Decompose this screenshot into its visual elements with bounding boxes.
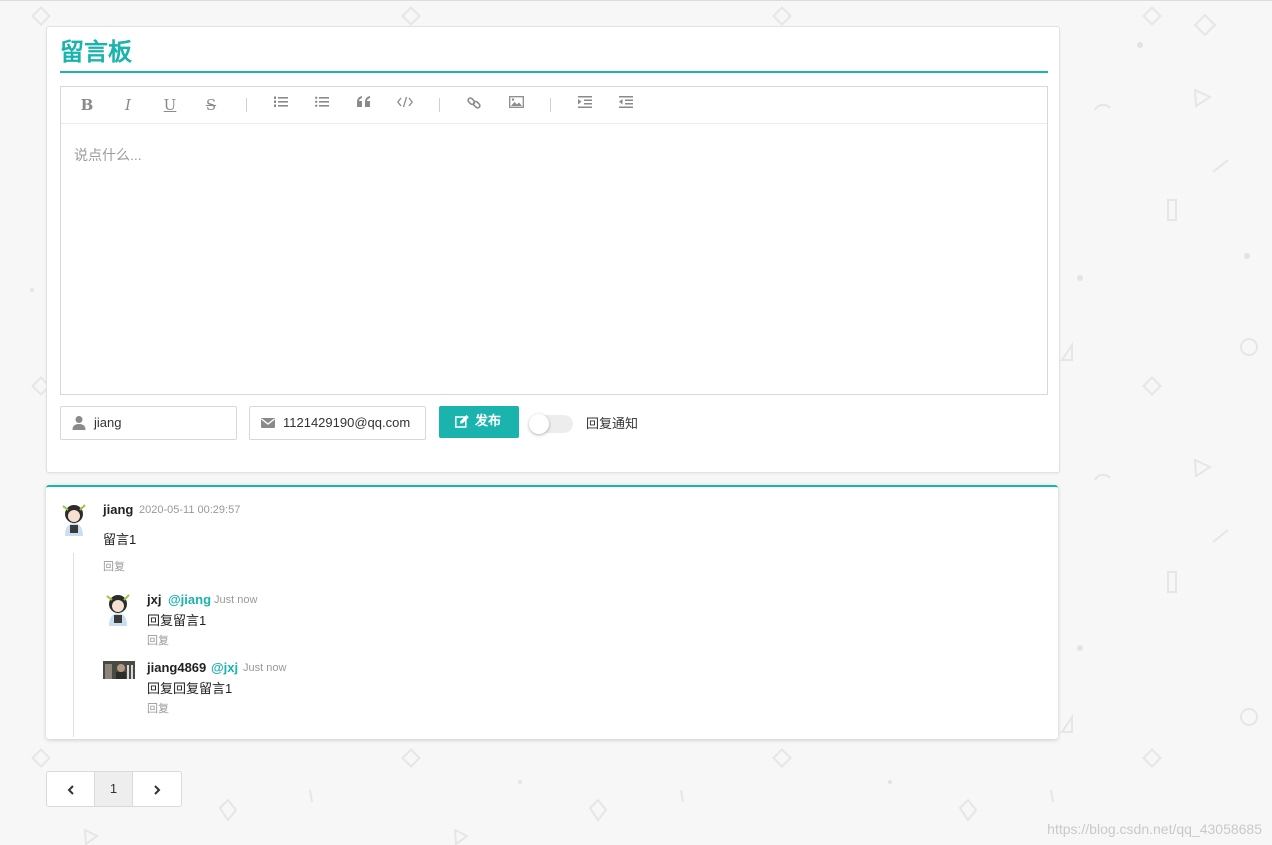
email-value: 1121429190@qq.com bbox=[283, 415, 411, 430]
rich-text-editor: B I U S 说点什么... bbox=[60, 86, 1048, 395]
notify-toggle[interactable] bbox=[529, 414, 573, 434]
avatar bbox=[62, 504, 86, 536]
strikethrough-icon[interactable]: S bbox=[201, 96, 221, 114]
indent-icon[interactable] bbox=[575, 96, 595, 114]
reply-username[interactable]: jxj bbox=[147, 592, 161, 607]
toolbar-divider bbox=[550, 98, 551, 112]
ordered-list-icon[interactable] bbox=[271, 96, 291, 114]
user-icon bbox=[72, 416, 86, 430]
reply-thread-line bbox=[73, 553, 74, 737]
quote-icon[interactable] bbox=[354, 96, 374, 114]
code-icon[interactable] bbox=[395, 96, 415, 114]
email-field[interactable]: 1121429190@qq.com bbox=[249, 406, 426, 440]
publish-button[interactable]: 发布 bbox=[439, 406, 519, 438]
reply-link[interactable]: 回复 bbox=[147, 632, 169, 648]
next-page-button[interactable] bbox=[133, 772, 180, 806]
toolbar-divider bbox=[246, 98, 247, 112]
avatar bbox=[106, 594, 130, 626]
italic-icon[interactable]: I bbox=[118, 96, 138, 114]
reply-mention[interactable]: @jxj bbox=[211, 660, 238, 675]
underline-icon[interactable]: U bbox=[160, 96, 180, 114]
envelope-icon bbox=[261, 418, 275, 428]
editor-toolbar: B I U S bbox=[61, 87, 1047, 124]
page-number[interactable]: 1 bbox=[94, 772, 133, 806]
comment-list: jiang 2020-05-11 00:29:57 留言1 回复 jxj @ji… bbox=[46, 485, 1058, 739]
reply-username[interactable]: jiang4869 bbox=[147, 660, 206, 675]
toolbar-divider bbox=[439, 98, 440, 112]
chevron-right-icon bbox=[153, 784, 160, 795]
reply-link[interactable]: 回复 bbox=[103, 558, 125, 574]
reply-mention[interactable]: @jiang bbox=[168, 592, 211, 607]
page-title: 留言板 bbox=[60, 35, 1048, 73]
reply-text: 回复回复留言1 bbox=[147, 681, 233, 696]
pagination: 1 bbox=[46, 771, 182, 807]
bold-icon[interactable]: B bbox=[77, 96, 97, 114]
prev-page-button[interactable] bbox=[47, 772, 94, 806]
reply-link[interactable]: 回复 bbox=[147, 700, 169, 716]
name-value: jiang bbox=[94, 415, 122, 430]
reply-time: Just now bbox=[243, 662, 287, 674]
comment-form-panel: 留言板 B I U S 说点什么... jiang 1121429190@qq.… bbox=[46, 26, 1060, 473]
publish-label: 发布 bbox=[475, 413, 502, 428]
name-field[interactable]: jiang bbox=[60, 406, 237, 440]
avatar bbox=[103, 661, 135, 679]
watermark: https://blog.csdn.net/qq_43058685 bbox=[1047, 821, 1262, 837]
image-icon[interactable] bbox=[506, 96, 526, 114]
link-icon[interactable] bbox=[464, 96, 484, 114]
reply-text: 回复留言1 bbox=[147, 613, 207, 628]
comment-username[interactable]: jiang bbox=[103, 502, 133, 517]
outdent-icon[interactable] bbox=[616, 96, 636, 114]
comment-text: 留言1 bbox=[103, 532, 137, 547]
toggle-knob bbox=[529, 414, 549, 434]
comment-textarea[interactable]: 说点什么... bbox=[74, 145, 142, 165]
edit-icon bbox=[455, 415, 469, 428]
notify-label: 回复通知 bbox=[586, 416, 639, 431]
unordered-list-icon[interactable] bbox=[312, 96, 332, 114]
chevron-left-icon bbox=[67, 784, 74, 795]
comment-time: 2020-05-11 00:29:57 bbox=[139, 504, 241, 516]
reply-time: Just now bbox=[214, 594, 258, 606]
